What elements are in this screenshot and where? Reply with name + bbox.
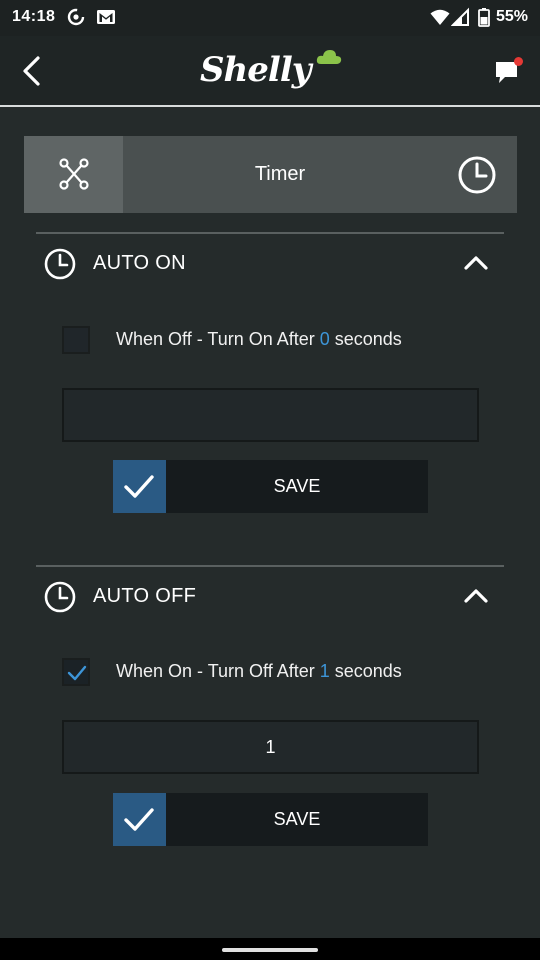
save-label: SAVE <box>273 809 321 829</box>
auto-on-save-button[interactable]: SAVE <box>113 460 428 513</box>
chevron-up-icon[interactable] <box>464 587 488 605</box>
home-gesture-handle[interactable] <box>222 948 318 952</box>
gmail-icon <box>97 10 115 24</box>
clock-icon <box>44 248 76 280</box>
save-check-box <box>113 793 166 846</box>
auto-on-seconds-value: 0 <box>319 329 330 349</box>
section-divider <box>36 232 504 234</box>
checkmark-icon <box>124 475 154 498</box>
checkmark-icon <box>124 808 154 831</box>
auto-off-checkbox[interactable] <box>62 658 90 686</box>
auto-off-save-button[interactable]: SAVE <box>113 793 428 846</box>
auto-on-checkbox[interactable] <box>62 326 90 354</box>
shelly-logo: Shelly <box>198 46 348 96</box>
logo-text: Shelly <box>200 50 311 90</box>
auto-on-header[interactable]: AUTO ON <box>44 246 504 282</box>
schedule-nodes-icon <box>59 158 89 190</box>
checkmark-icon <box>67 665 87 681</box>
status-bar: 14:18 55% <box>0 0 540 36</box>
tab-schedule[interactable] <box>24 136 123 213</box>
cloud-icon <box>316 50 342 64</box>
clock-icon[interactable] <box>457 155 497 195</box>
signal-icon <box>451 7 469 26</box>
auto-off-label-suffix: seconds <box>329 661 402 681</box>
save-label: SAVE <box>273 476 321 496</box>
auto-off-option: When On - Turn Off After 1 seconds <box>62 656 502 686</box>
chat-notification-icon[interactable] <box>494 56 524 86</box>
auto-on-label: When Off - Turn On After 0 seconds <box>116 329 402 350</box>
status-time: 14:18 <box>12 8 56 25</box>
auto-off-title: AUTO OFF <box>93 585 197 607</box>
auto-on-title: AUTO ON <box>93 252 186 274</box>
auto-on-option: When Off - Turn On After 0 seconds <box>62 324 502 354</box>
tab-timer[interactable]: Timer <box>123 136 437 213</box>
auto-off-seconds-input[interactable]: 1 <box>62 720 479 774</box>
auto-off-header[interactable]: AUTO OFF <box>44 579 504 615</box>
battery-percentage: 55% <box>495 8 528 25</box>
auto-off-seconds-value: 1 <box>319 661 330 681</box>
save-check-box <box>113 460 166 513</box>
auto-on-label-prefix: When Off - Turn On After <box>116 329 320 349</box>
auto-off-label-prefix: When On - Turn Off After <box>116 661 320 681</box>
auto-on-seconds-input[interactable] <box>62 388 479 442</box>
auto-off-label: When On - Turn Off After 1 seconds <box>116 661 402 682</box>
section-divider <box>36 565 504 567</box>
chevron-up-icon[interactable] <box>464 254 488 272</box>
wifi-icon <box>430 9 450 25</box>
timer-tab-bar: Timer <box>24 136 517 213</box>
app-bar: Shelly <box>0 36 540 107</box>
back-arrow-icon[interactable] <box>18 54 48 88</box>
navigation-bar <box>0 938 540 960</box>
battery-icon <box>478 8 490 27</box>
sync-icon <box>67 8 85 26</box>
clock-icon <box>44 581 76 613</box>
auto-on-label-suffix: seconds <box>329 329 402 349</box>
